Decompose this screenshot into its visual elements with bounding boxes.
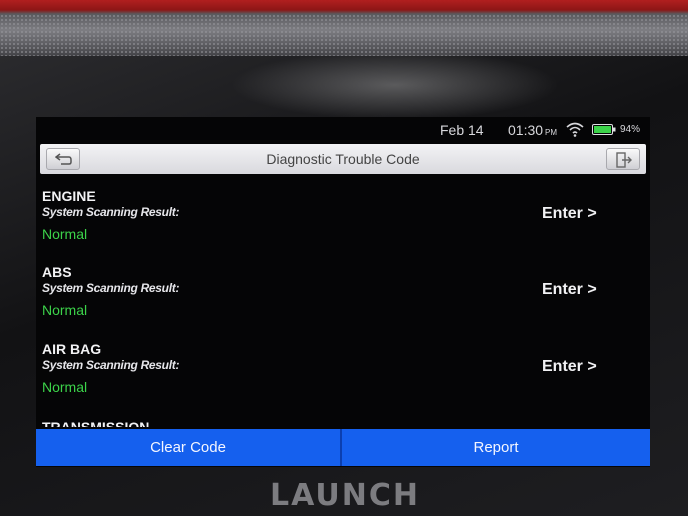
system-name: TRANSMISSION xyxy=(42,419,150,427)
clear-code-button[interactable]: Clear Code xyxy=(36,429,340,466)
enter-button[interactable]: Enter > xyxy=(542,205,597,223)
device-frame-top xyxy=(0,0,688,60)
page-title: Diagnostic Trouble Code xyxy=(266,151,420,167)
title-bar: Diagnostic Trouble Code xyxy=(40,144,646,174)
system-item-air-bag[interactable]: AIR BAG System Scanning Result: Normal E… xyxy=(36,334,650,408)
battery-icon xyxy=(592,124,616,135)
device-screen: Feb 14 01:30 PM 94% Diagnostic Trouble Co… xyxy=(36,117,650,467)
wifi-icon xyxy=(566,122,584,137)
status-badge: Normal xyxy=(42,379,88,395)
status-date: Feb 14 xyxy=(440,122,484,138)
status-badge: Normal xyxy=(42,302,88,318)
status-bar: Feb 14 01:30 PM 94% xyxy=(36,117,650,143)
brand-logo: LAUNCH xyxy=(269,478,420,513)
system-name: ENGINE xyxy=(42,188,96,204)
report-button[interactable]: Report xyxy=(342,429,650,466)
status-time: 01:30 PM xyxy=(508,122,558,138)
enter-button[interactable]: Enter > xyxy=(542,281,597,299)
battery-percent: 94% xyxy=(620,124,641,135)
scan-result-label: System Scanning Result: xyxy=(42,358,180,372)
system-item-engine[interactable]: ENGINE System Scanning Result: Normal En… xyxy=(36,181,650,255)
system-item-abs[interactable]: ABS System Scanning Result: Normal Enter… xyxy=(36,257,650,331)
scan-result-label: System Scanning Result: xyxy=(42,205,180,219)
exit-icon xyxy=(616,152,632,168)
action-bar: Clear Code Report xyxy=(36,429,650,466)
system-list: ENGINE System Scanning Result: Normal En… xyxy=(36,181,650,427)
status-badge: Normal xyxy=(42,226,88,242)
status-ampm: PM xyxy=(545,128,558,137)
exit-button[interactable] xyxy=(606,148,640,170)
system-name: ABS xyxy=(42,264,72,280)
enter-button[interactable]: Enter > xyxy=(542,358,597,376)
scan-result-label: System Scanning Result: xyxy=(42,281,180,295)
system-name: AIR BAG xyxy=(42,341,102,357)
system-item-transmission[interactable]: TRANSMISSION xyxy=(36,417,650,427)
